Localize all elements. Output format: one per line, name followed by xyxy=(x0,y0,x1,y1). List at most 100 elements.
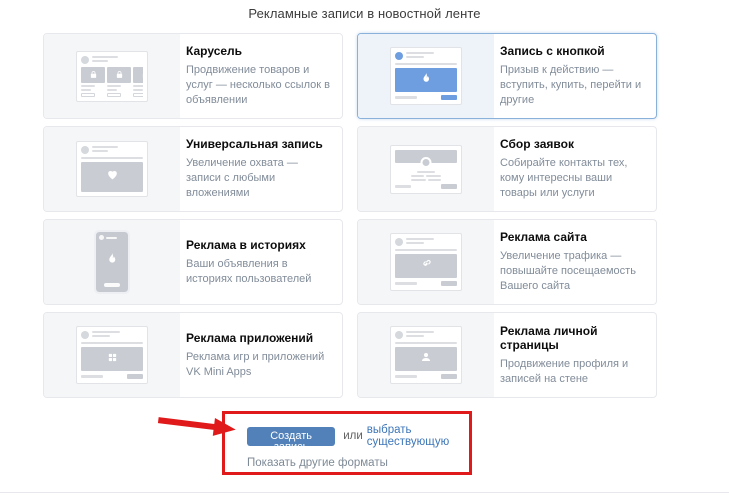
lock-icon xyxy=(89,67,98,84)
carousel-tile xyxy=(107,67,131,97)
page-title: Рекламные записи в новостной ленте xyxy=(0,0,729,21)
mock-text-lines xyxy=(92,331,120,339)
carousel-tiles xyxy=(81,67,143,97)
post-with-button-thumbnail xyxy=(358,34,494,118)
mock-post-footer xyxy=(395,281,457,286)
personal-page-ad-thumbnail xyxy=(358,313,494,397)
flame-icon xyxy=(420,71,432,89)
post-with-button-preview xyxy=(390,47,462,105)
show-other-formats-link[interactable]: Показать другие форматы xyxy=(247,457,469,469)
flame-icon xyxy=(106,252,119,270)
avatar-placeholder xyxy=(81,146,89,154)
mock-image-block xyxy=(395,254,457,278)
heart-icon xyxy=(106,168,119,186)
mock-line xyxy=(417,171,435,173)
avatar-placeholder xyxy=(395,331,403,339)
mock-text-lines xyxy=(406,331,434,339)
card-description: Увеличение охвата — записи с любыми влож… xyxy=(186,156,334,201)
universal-post-preview xyxy=(76,141,148,197)
mock-line xyxy=(395,375,417,378)
mock-post-header xyxy=(395,52,457,60)
card-title: Реклама приложений xyxy=(186,331,334,345)
story-preview xyxy=(96,232,128,292)
site-ad-thumbnail xyxy=(358,220,494,304)
carousel-tile xyxy=(133,67,143,97)
card-title: Запись с кнопкой xyxy=(500,44,648,58)
app-ad-preview xyxy=(76,326,148,384)
card-title: Реклама сайта xyxy=(500,230,648,244)
carousel-thumbnail xyxy=(44,34,180,118)
card-description: Реклама игр и приложений VK Mini Apps xyxy=(186,350,334,380)
card-title: Карусель xyxy=(186,44,334,58)
format-card-stories-ad[interactable]: Реклама в историях Ваши объявления в ист… xyxy=(43,219,343,305)
mock-post-header xyxy=(395,238,457,246)
mock-post-footer xyxy=(395,95,457,100)
mock-post-footer xyxy=(395,184,457,189)
format-card-lead-form[interactable]: Сбор заявок Собирайте контакты тех, кому… xyxy=(357,126,657,212)
mock-line xyxy=(81,157,143,159)
card-title: Универсальная запись xyxy=(186,137,334,151)
mock-text-lines xyxy=(92,56,118,64)
app-ad-thumbnail xyxy=(44,313,180,397)
choose-existing-link[interactable]: выбрать существующую xyxy=(367,424,469,448)
link-icon xyxy=(420,257,432,275)
mock-line xyxy=(395,185,411,188)
mock-line xyxy=(395,63,457,65)
create-post-row: Создать запись или выбрать существующую xyxy=(247,424,469,448)
mock-story-header xyxy=(99,235,125,240)
mock-text-lines xyxy=(92,146,118,154)
or-text: или xyxy=(343,430,363,442)
stories-ad-thumbnail xyxy=(44,220,180,304)
mock-post-header xyxy=(81,331,143,339)
format-card-site-ad[interactable]: Реклама сайта Увеличение трафика — повыш… xyxy=(357,219,657,305)
personal-page-ad-preview xyxy=(390,326,462,384)
mock-post-header xyxy=(395,331,457,339)
card-description: Призыв к действию — вступить, купить, пе… xyxy=(500,63,648,108)
mock-button xyxy=(441,95,457,100)
card-description: Ваши объявления в историях пользователей xyxy=(186,257,334,287)
card-description: Продвижение товаров и услуг — несколько … xyxy=(186,63,334,108)
format-card-post-with-button[interactable]: Запись с кнопкой Призыв к действию — вст… xyxy=(357,33,657,119)
person-icon xyxy=(420,350,432,368)
format-card-app-ad[interactable]: Реклама приложений Реклама игр и приложе… xyxy=(43,312,343,398)
mock-line xyxy=(395,282,417,285)
site-ad-preview xyxy=(390,233,462,291)
mock-image-block xyxy=(81,162,143,192)
avatar-placeholder xyxy=(81,331,89,339)
format-card-personal-page-ad[interactable]: Реклама личной страницы Продвижение проф… xyxy=(357,312,657,398)
format-card-carousel[interactable]: Карусель Продвижение товаров и услуг — н… xyxy=(43,33,343,119)
format-card-universal-post[interactable]: Универсальная запись Увеличение охвата —… xyxy=(43,126,343,212)
avatar-placeholder xyxy=(395,238,403,246)
mock-image-block xyxy=(395,68,457,92)
mock-cover-bar xyxy=(395,150,457,163)
mock-button xyxy=(441,184,457,189)
carousel-tile xyxy=(81,67,105,97)
card-title: Реклама личной страницы xyxy=(500,324,648,352)
mock-text-lines xyxy=(395,179,457,181)
card-description: Увеличение трафика — повышайте посещаемо… xyxy=(500,249,648,294)
create-post-button[interactable]: Создать запись xyxy=(247,427,335,446)
mock-text-lines xyxy=(395,175,457,177)
carousel-preview xyxy=(76,51,148,102)
lead-form-thumbnail xyxy=(358,127,494,211)
mock-line xyxy=(395,249,457,251)
mock-button xyxy=(127,374,143,379)
bottom-divider xyxy=(0,492,729,493)
avatar-placeholder xyxy=(395,52,403,60)
lock-icon xyxy=(115,67,124,84)
mock-image-block xyxy=(81,347,143,371)
card-title: Реклама в историях xyxy=(186,238,334,252)
mock-button xyxy=(441,281,457,286)
mock-post-header xyxy=(81,56,143,64)
ad-format-grid: Карусель Продвижение товаров и услуг — н… xyxy=(43,33,657,398)
mock-button xyxy=(104,283,120,287)
annotation-arrow xyxy=(158,413,242,441)
mock-text-lines xyxy=(406,238,434,246)
card-title: Сбор заявок xyxy=(500,137,648,151)
grid-icon xyxy=(107,350,118,368)
mock-post-footer xyxy=(81,374,143,379)
lock-icon xyxy=(141,67,144,84)
lead-form-preview xyxy=(390,145,462,194)
mock-button xyxy=(441,374,457,379)
mock-line xyxy=(395,96,417,99)
